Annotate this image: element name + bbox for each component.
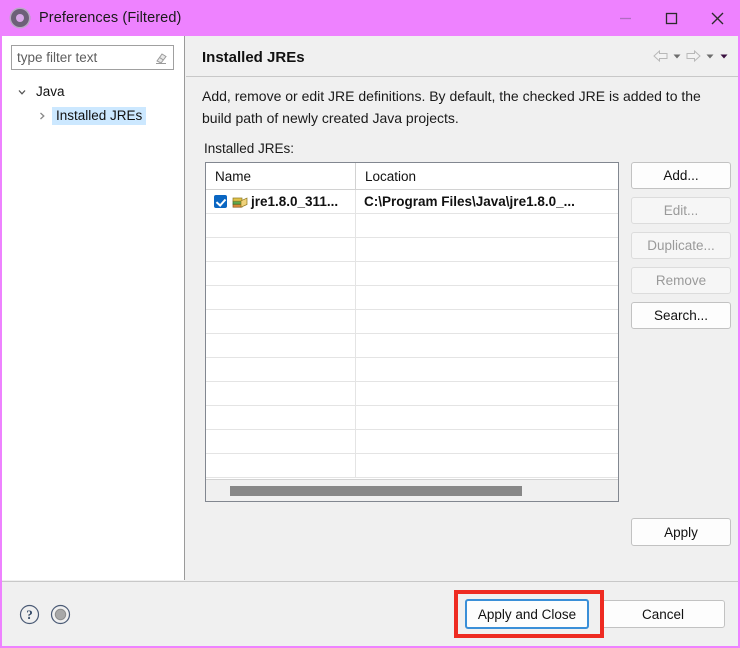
svg-text:?: ? — [26, 607, 33, 622]
cell-location — [356, 286, 618, 309]
add-button[interactable]: Add... — [631, 162, 731, 189]
filter-box[interactable] — [11, 45, 174, 70]
chevron-right-icon[interactable] — [35, 109, 49, 123]
window-title: Preferences (Filtered) — [39, 10, 182, 26]
back-arrow-icon[interactable] — [652, 49, 669, 63]
apply-and-close-button[interactable]: Apply and Close — [465, 599, 589, 629]
close-icon[interactable] — [694, 0, 738, 36]
search-input[interactable] — [12, 47, 142, 68]
table-row[interactable] — [206, 262, 618, 286]
navigation-toolbar — [652, 49, 730, 63]
forward-arrow-icon[interactable] — [685, 49, 702, 63]
jre-table[interactable]: Name Location jre1.8.0_311... C:\Program… — [205, 162, 619, 502]
tree: Java Installed JREs — [2, 80, 185, 128]
cell-name — [206, 310, 356, 333]
table-row[interactable] — [206, 310, 618, 334]
jre-library-icon — [232, 195, 248, 209]
title-divider — [186, 76, 738, 77]
cell-name: jre1.8.0_311... — [206, 190, 356, 213]
cell-name — [206, 430, 356, 453]
preferences-window: Preferences (Filtered) type filter text … — [0, 0, 740, 648]
cell-name — [206, 214, 356, 237]
cell-name-text: jre1.8.0_311... — [251, 194, 339, 209]
chevron-down-icon[interactable] — [15, 85, 29, 99]
window-controls — [602, 0, 738, 36]
column-header-name[interactable]: Name — [206, 163, 356, 189]
cell-name — [206, 286, 356, 309]
page-title: Installed JREs — [202, 49, 305, 66]
record-icon[interactable] — [50, 604, 71, 625]
table-row[interactable]: jre1.8.0_311... C:\Program Files\Java\jr… — [206, 190, 618, 214]
table-row[interactable] — [206, 406, 618, 430]
title-bar: Preferences (Filtered) — [2, 0, 738, 36]
main-content: Installed JREs Add, remove or edit JRE d… — [186, 36, 738, 580]
page-description: Add, remove or edit JRE definitions. By … — [202, 88, 701, 126]
cell-location: C:\Program Files\Java\jre1.8.0_... — [364, 194, 575, 209]
back-menu-chevron-down-icon[interactable] — [671, 50, 683, 62]
forward-menu-chevron-down-icon[interactable] — [704, 50, 716, 62]
installed-jres-label: Installed JREs: — [204, 141, 295, 156]
cell-location — [356, 454, 618, 477]
table-row[interactable] — [206, 430, 618, 454]
cell-name — [206, 382, 356, 405]
search-button[interactable]: Search... — [631, 302, 731, 329]
table-header: Name Location — [206, 163, 618, 190]
preferences-tree-panel: Java Installed JREs — [2, 36, 185, 580]
cell-location — [356, 334, 618, 357]
cell-location — [356, 214, 618, 237]
table-row[interactable] — [206, 358, 618, 382]
minimize-icon[interactable] — [602, 0, 648, 36]
cell-location — [356, 238, 618, 261]
cell-location — [356, 310, 618, 333]
edit-button: Edit... — [631, 197, 731, 224]
table-row[interactable] — [206, 382, 618, 406]
column-header-location[interactable]: Location — [356, 163, 618, 189]
table-row[interactable] — [206, 238, 618, 262]
table-row[interactable] — [206, 454, 618, 478]
cell-name — [206, 358, 356, 381]
tree-item-java[interactable]: Java — [2, 80, 185, 104]
cell-location — [356, 382, 618, 405]
cell-name — [206, 238, 356, 261]
gear-icon — [10, 8, 30, 28]
scrollbar-thumb[interactable] — [230, 486, 522, 496]
horizontal-scrollbar[interactable] — [206, 479, 618, 501]
cell-location — [356, 262, 618, 285]
table-row[interactable] — [206, 286, 618, 310]
cancel-button[interactable]: Cancel — [601, 600, 725, 628]
cell-name — [206, 406, 356, 429]
cell-location — [356, 406, 618, 429]
view-menu-chevron-down-icon[interactable] — [718, 50, 730, 62]
eraser-icon[interactable] — [154, 51, 168, 65]
cell-name — [206, 454, 356, 477]
table-row[interactable] — [206, 214, 618, 238]
cell-name — [206, 262, 356, 285]
duplicate-button: Duplicate... — [631, 232, 731, 259]
tree-item-label: Installed JREs — [52, 107, 147, 125]
remove-button: Remove — [631, 267, 731, 294]
jre-action-buttons: Add... Edit... Duplicate... Remove Searc… — [631, 162, 731, 337]
apply-button[interactable]: Apply — [631, 518, 731, 546]
help-icon[interactable]: ? — [19, 604, 40, 625]
cell-location — [356, 430, 618, 453]
row-checkbox[interactable] — [214, 195, 227, 208]
cell-location — [356, 358, 618, 381]
table-row[interactable] — [206, 334, 618, 358]
maximize-icon[interactable] — [648, 0, 694, 36]
tree-item-installed-jres[interactable]: Installed JREs — [2, 104, 185, 128]
tree-item-label: Java — [36, 84, 65, 99]
cell-name — [206, 334, 356, 357]
